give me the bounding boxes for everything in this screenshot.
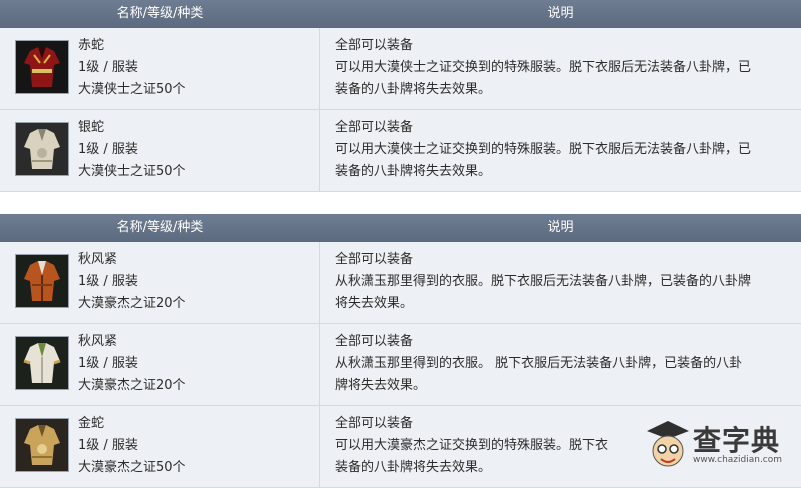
gold-robe-icon [15, 418, 69, 472]
item-name: 秋风紧 [78, 331, 186, 353]
item-level-type: 1级 / 服装 [78, 353, 186, 375]
watermark-url: www.chazidian.com [693, 455, 782, 465]
header-description: 说明 [320, 0, 801, 28]
description-line: 装备的八卦牌将失去效果。 [335, 79, 790, 101]
table-row: 银蛇 1级 / 服装 大漠侠士之证50个 全部可以装备 可以用大漠侠士之证交换到… [0, 110, 801, 192]
item-name: 金蛇 [78, 413, 186, 435]
item-source: 大漠豪杰之证20个 [78, 375, 186, 397]
item-level-type: 1级 / 服装 [78, 57, 186, 79]
description-line: 全部可以装备 [335, 331, 790, 353]
item-info-cell: 赤蛇 1级 / 服装 大漠侠士之证50个 [0, 28, 320, 109]
silver-robe-icon [15, 122, 69, 176]
item-info-cell: 秋风紧 1级 / 服装 大漠豪杰之证20个 [0, 324, 320, 405]
white-robe-icon [15, 336, 69, 390]
item-name: 秋风紧 [78, 249, 186, 271]
description-line: 全部可以装备 [335, 249, 790, 271]
table-header: 名称/等级/种类 说明 [0, 0, 801, 28]
description-line: 可以用大漠侠士之证交换到的特殊服装。脱下衣服后无法装备八卦牌，已 [335, 57, 790, 79]
description-line: 全部可以装备 [335, 35, 790, 57]
item-description-cell: 全部可以装备 可以用大漠侠士之证交换到的特殊服装。脱下衣服后无法装备八卦牌，已 … [320, 28, 801, 109]
item-description-cell: 全部可以装备 从秋潇玉那里得到的衣服。 脱下衣服后无法装备八卦牌，已装备的八卦 … [320, 324, 801, 405]
red-robe-icon [15, 40, 69, 94]
table-row: 秋风紧 1级 / 服装 大漠豪杰之证20个 全部可以装备 从秋潇玉那里得到的衣服… [0, 242, 801, 324]
description-line: 全部可以装备 [335, 117, 790, 139]
watermark-title: 查字典 [693, 419, 780, 459]
description-line: 将失去效果。 [335, 293, 790, 315]
item-description-cell: 全部可以装备 从秋潇玉那里得到的衣服。脱下衣服后无法装备八卦牌，已装备的八卦牌 … [320, 242, 801, 323]
table-row: 秋风紧 1级 / 服装 大漠豪杰之证20个 全部可以装备 从秋潇玉那里得到的衣服… [0, 324, 801, 406]
chazidian-watermark: 查字典 www.chazidian.com [643, 415, 793, 475]
table-header: 名称/等级/种类 说明 [0, 214, 801, 242]
item-info-cell: 秋风紧 1级 / 服装 大漠豪杰之证20个 [0, 242, 320, 323]
item-source: 大漠侠士之证50个 [78, 161, 186, 183]
description-line: 装备的八卦牌将失去效果。 [335, 161, 790, 183]
item-source: 大漠豪杰之证20个 [78, 293, 186, 315]
description-line: 从秋潇玉那里得到的衣服。 脱下衣服后无法装备八卦牌，已装备的八卦 [335, 353, 790, 375]
item-source: 大漠豪杰之证50个 [78, 457, 186, 479]
item-description-cell: 全部可以装备 可以用大漠侠士之证交换到的特殊服装。脱下衣服后无法装备八卦牌，已 … [320, 110, 801, 191]
description-line: 牌将失去效果。 [335, 375, 790, 397]
orange-robe-icon [15, 254, 69, 308]
table-row: 赤蛇 1级 / 服装 大漠侠士之证50个 全部可以装备 可以用大漠侠士之证交换到… [0, 28, 801, 110]
header-name-level-type: 名称/等级/种类 [0, 0, 320, 28]
item-level-type: 1级 / 服装 [78, 435, 186, 457]
item-name: 银蛇 [78, 117, 186, 139]
item-info-cell: 金蛇 1级 / 服装 大漠豪杰之证50个 [0, 406, 320, 487]
description-line: 从秋潇玉那里得到的衣服。脱下衣服后无法装备八卦牌，已装备的八卦牌 [335, 271, 790, 293]
item-source: 大漠侠士之证50个 [78, 79, 186, 101]
item-level-type: 1级 / 服装 [78, 271, 186, 293]
item-info-cell: 银蛇 1级 / 服装 大漠侠士之证50个 [0, 110, 320, 191]
description-line: 可以用大漠侠士之证交换到的特殊服装。脱下衣服后无法装备八卦牌，已 [335, 139, 790, 161]
item-name: 赤蛇 [78, 35, 186, 57]
scholar-mascot-icon [643, 415, 693, 475]
header-description: 说明 [320, 214, 801, 242]
item-table-1: 名称/等级/种类 说明 赤蛇 1级 / 服装 大漠侠士之证50个 全 [0, 0, 801, 192]
header-name-level-type: 名称/等级/种类 [0, 214, 320, 242]
item-level-type: 1级 / 服装 [78, 139, 186, 161]
